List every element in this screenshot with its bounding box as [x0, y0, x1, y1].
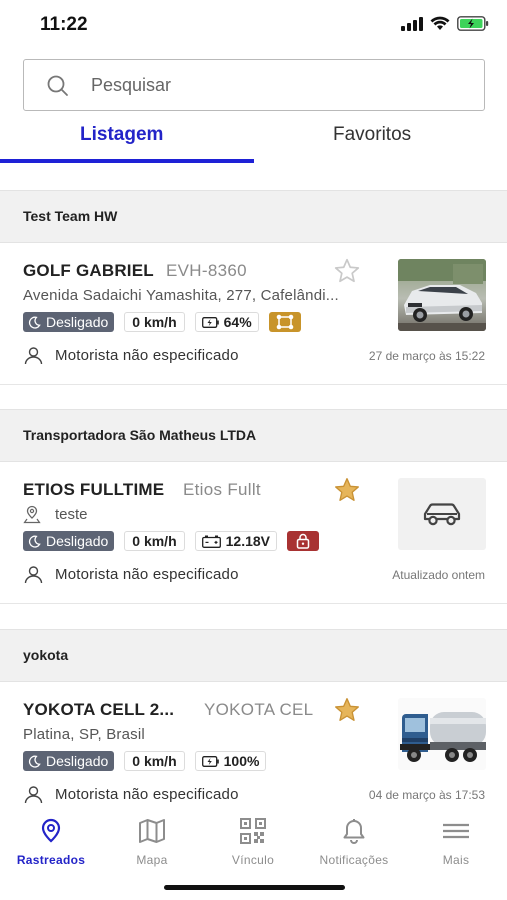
search-input[interactable]: Pesquisar — [91, 75, 171, 96]
status-icons — [401, 16, 489, 31]
vehicle-thumbnail — [398, 478, 486, 550]
nav-label: Mapa — [136, 853, 168, 867]
group-name: Transportadora São Matheus LTDA — [23, 427, 257, 443]
battery-chip: 100% — [194, 751, 267, 771]
car-icon — [423, 503, 461, 526]
battery-value: 100% — [223, 753, 260, 769]
nav-label: Rastreados — [16, 853, 86, 867]
search-icon — [47, 75, 68, 96]
favorite-star-icon[interactable] — [333, 477, 361, 503]
ignition-status-chip: Desligado — [23, 751, 115, 771]
speed-value: 0 km/h — [132, 533, 177, 549]
battery-icon — [201, 755, 219, 767]
status-bar: 11:22 — [0, 0, 507, 52]
map-icon — [139, 819, 165, 843]
group-name: yokota — [23, 647, 69, 663]
vehicle-chips: Desligado 0 km/h 64% — [23, 312, 301, 332]
nav-notificacoes[interactable]: Notificações — [304, 818, 404, 867]
vehicle-thumbnail — [398, 698, 486, 770]
last-update-time: 04 de março às 17:53 — [368, 788, 485, 802]
vehicle-chips: Desligado 0 km/h 12.18V — [23, 531, 319, 551]
nav-rastreados[interactable]: Rastreados — [1, 818, 101, 867]
group-header: Test Team HW — [0, 190, 507, 243]
search-bar[interactable]: Pesquisar — [23, 59, 485, 111]
person-icon — [24, 566, 43, 584]
voltage-chip: 12.18V — [194, 531, 277, 551]
speed-chip: 0 km/h — [124, 312, 185, 332]
moon-icon — [28, 535, 41, 548]
qr-code-icon — [240, 818, 266, 844]
person-icon — [24, 347, 43, 365]
vehicle-plate: EVH-8360 — [166, 261, 247, 280]
driver-label: Motorista não especificado — [55, 347, 239, 364]
menu-icon — [443, 823, 469, 839]
ignition-status-label: Desligado — [46, 314, 109, 330]
location-pin-icon — [41, 818, 61, 843]
voltage-value: 12.18V — [225, 533, 270, 549]
car-photo — [398, 259, 486, 331]
home-indicator — [164, 885, 345, 890]
ignition-status-chip: Desligado — [23, 312, 115, 332]
favorite-star-icon[interactable] — [333, 697, 361, 723]
active-tab-indicator — [0, 159, 254, 163]
vehicle-chips: Desligado 0 km/h 100% — [23, 751, 267, 771]
group-name: Test Team HW — [23, 208, 118, 224]
wifi-icon — [430, 16, 450, 30]
moon-icon — [28, 755, 41, 768]
vehicle-name: YOKOTA CELL 2... — [23, 700, 175, 719]
status-time: 11:22 — [40, 14, 88, 35]
person-icon — [24, 786, 43, 804]
vehicle-address: Avenida Sadaichi Yamashita, 277, Cafelân… — [23, 287, 339, 304]
lock-badge — [287, 531, 319, 551]
ignition-status-label: Desligado — [46, 533, 109, 549]
last-update-time: Atualizado ontem — [392, 568, 485, 582]
vehicle-plate: YOKOTA CEL — [204, 700, 314, 719]
driver-label: Motorista não especificado — [55, 786, 239, 803]
group-header: Transportadora São Matheus LTDA — [0, 409, 507, 462]
speed-value: 0 km/h — [132, 753, 177, 769]
vehicle-plate: Etios Fullt — [183, 480, 261, 499]
vehicle-card[interactable]: YOKOTA CELL 2... YOKOTA CEL Platina, SP,… — [0, 682, 507, 824]
speed-chip: 0 km/h — [124, 531, 185, 551]
favorite-star-icon[interactable] — [333, 258, 361, 284]
tab-favoritos[interactable]: Favoritos — [333, 124, 411, 146]
car-battery-icon — [201, 535, 221, 548]
nav-vinculo[interactable]: Vínculo — [203, 818, 303, 867]
nav-label: Vínculo — [231, 853, 275, 867]
vehicle-card[interactable]: ETIOS FULLTIME Etios Fullt teste Desliga… — [0, 462, 507, 604]
ignition-status-chip: Desligado — [23, 531, 115, 551]
location-pin-icon — [23, 505, 41, 524]
battery-charging-icon — [457, 16, 489, 31]
vehicle-address: Platina, SP, Brasil — [23, 726, 145, 743]
geofence-icon — [276, 314, 293, 330]
last-update-time: 27 de março às 15:22 — [368, 349, 485, 363]
speed-chip: 0 km/h — [124, 751, 185, 771]
nav-mapa[interactable]: Mapa — [102, 818, 202, 867]
vehicle-name: GOLF GABRIEL — [23, 261, 154, 280]
nav-label: Notificações — [319, 853, 389, 867]
bell-icon — [343, 819, 365, 844]
moon-icon — [28, 316, 41, 329]
group-header: yokota — [0, 629, 507, 682]
vehicle-address: teste — [55, 506, 88, 523]
nav-label: Mais — [442, 853, 470, 867]
driver-label: Motorista não especificado — [55, 566, 239, 583]
ignition-status-label: Desligado — [46, 753, 109, 769]
cellular-signal-icon — [401, 16, 423, 31]
nav-mais[interactable]: Mais — [406, 818, 506, 867]
lock-icon — [296, 533, 310, 549]
battery-chip: 64% — [194, 312, 259, 332]
geofence-badge — [268, 312, 301, 332]
speed-value: 0 km/h — [132, 314, 177, 330]
vehicle-name: ETIOS FULLTIME — [23, 480, 165, 499]
tab-listagem[interactable]: Listagem — [80, 124, 163, 146]
battery-icon — [201, 316, 219, 328]
vehicle-card[interactable]: GOLF GABRIEL EVH-8360 Avenida Sadaichi Y… — [0, 243, 507, 385]
tab-bar: Listagem Favoritos — [0, 118, 507, 166]
vehicle-thumbnail — [398, 259, 486, 331]
battery-value: 64% — [223, 314, 252, 330]
truck-photo — [398, 698, 486, 770]
